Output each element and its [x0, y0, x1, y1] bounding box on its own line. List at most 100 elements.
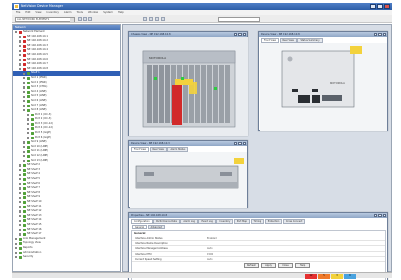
scope-select[interactable]: ALL NETWORK ELEMENTS: [15, 16, 75, 22]
expand-icon[interactable]: [23, 155, 26, 158]
tab-inventory[interactable]: Inventory: [216, 219, 234, 224]
expand-icon[interactable]: [23, 100, 26, 103]
expand-icon[interactable]: [27, 113, 30, 117]
props-close-button[interactable]: [382, 213, 386, 218]
tab-small-rear-view[interactable]: Rear View: [149, 147, 167, 152]
apply-button[interactable]: Apply: [261, 263, 276, 268]
maximize-button[interactable]: [377, 4, 383, 9]
props-maximize-button[interactable]: [378, 213, 382, 218]
expand-icon[interactable]: [23, 81, 26, 84]
tab-performance-data[interactable]: Performance Data: [153, 219, 180, 224]
chassis-maximize-button[interactable]: [238, 32, 242, 37]
expand-icon[interactable]: [19, 191, 22, 195]
subtab-general[interactable]: General: [132, 224, 148, 229]
device-maximize-button[interactable]: [378, 32, 382, 37]
tab-timing[interactable]: Timing: [250, 219, 265, 224]
expand-icon[interactable]: [19, 67, 22, 71]
expand-icon[interactable]: [27, 132, 30, 135]
expand-icon[interactable]: [23, 86, 26, 89]
expand-icon[interactable]: [23, 77, 26, 80]
tab-rear-view[interactable]: Rear View: [279, 38, 297, 43]
toolbar-search-input[interactable]: [218, 16, 260, 22]
expand-icon[interactable]: [15, 251, 18, 254]
close-dialog-button[interactable]: Close: [278, 263, 293, 268]
expand-icon[interactable]: [19, 224, 22, 227]
device-close-button[interactable]: [382, 32, 386, 37]
properties-window[interactable]: Properties - NE 192.168.10.8 Configurati…: [128, 212, 388, 280]
expand-icon[interactable]: [15, 237, 18, 241]
subtab-advanced[interactable]: Advanced: [147, 224, 165, 229]
expand-icon[interactable]: [27, 127, 30, 130]
refresh-icon[interactable]: [88, 17, 92, 21]
tab-status-summary[interactable]: Status Summary: [297, 38, 323, 43]
help-button[interactable]: Help: [295, 263, 310, 268]
expand-icon[interactable]: [27, 118, 30, 121]
expand-icon[interactable]: [19, 205, 22, 208]
expand-icon[interactable]: [27, 123, 30, 126]
expand-icon[interactable]: [19, 49, 22, 52]
expand-icon[interactable]: [19, 63, 22, 66]
small-close-button[interactable]: [242, 141, 246, 146]
expand-icon[interactable]: [15, 256, 18, 259]
print-icon[interactable]: [143, 17, 147, 21]
device-minimize-button[interactable]: [373, 32, 378, 37]
expand-icon[interactable]: [23, 72, 26, 75]
tab-alarm-log[interactable]: Alarm Log: [180, 219, 198, 224]
refresh-button[interactable]: Refresh: [244, 263, 259, 268]
tab-front-view[interactable]: Front View: [261, 38, 279, 43]
expand-icon[interactable]: [19, 201, 22, 204]
expand-icon[interactable]: [23, 95, 26, 98]
expand-icon[interactable]: [19, 54, 22, 57]
expand-icon[interactable]: [19, 35, 22, 38]
expand-icon[interactable]: [23, 104, 26, 107]
tab-port-map[interactable]: Port Map: [233, 219, 250, 224]
expand-icon[interactable]: [19, 40, 22, 43]
props-minimize-button[interactable]: [373, 213, 378, 218]
small-maximize-button[interactable]: [238, 141, 242, 146]
chassis-window[interactable]: Chassis View - NE 192.168.10.8 MOTOROLA: [128, 31, 248, 136]
expand-icon[interactable]: [19, 169, 22, 172]
tab-configuration[interactable]: Configuration: [131, 219, 153, 224]
expand-icon[interactable]: [19, 173, 22, 176]
find-icon[interactable]: [155, 17, 159, 21]
expand-icon[interactable]: [19, 58, 22, 61]
minimize-button[interactable]: [370, 4, 376, 9]
expand-icon[interactable]: [23, 141, 26, 144]
device-window[interactable]: Device View - NE 192.168.10.8 Front View…: [258, 31, 388, 131]
expand-icon[interactable]: [23, 146, 26, 149]
expand-icon[interactable]: [19, 178, 22, 181]
major-alarm-count[interactable]: 5: [318, 274, 330, 279]
expand-icon[interactable]: [19, 233, 22, 236]
expand-icon[interactable]: [19, 164, 22, 167]
expand-icon[interactable]: [15, 242, 18, 245]
warning-alarm-count[interactable]: 0: [344, 274, 356, 279]
expand-icon[interactable]: [15, 31, 18, 34]
critical-alarm-count[interactable]: 12: [305, 274, 317, 279]
expand-icon[interactable]: [23, 109, 26, 112]
expand-icon[interactable]: [19, 187, 22, 190]
expand-icon[interactable]: [27, 136, 30, 140]
minor-alarm-count[interactable]: 3: [331, 274, 343, 279]
expand-icon[interactable]: [19, 44, 22, 48]
expand-icon[interactable]: [15, 247, 18, 250]
close-button[interactable]: [384, 4, 390, 9]
expand-icon[interactable]: [19, 228, 22, 231]
chassis-close-button[interactable]: [242, 32, 246, 37]
tab-event-log[interactable]: Event Log: [198, 219, 216, 224]
tab-cross-connect[interactable]: Cross Connect: [282, 219, 306, 224]
home-icon[interactable]: [149, 17, 153, 21]
expand-icon[interactable]: [19, 196, 22, 199]
settings-icon[interactable]: [161, 17, 165, 21]
expand-icon[interactable]: [19, 219, 22, 222]
small-minimize-button[interactable]: [233, 141, 238, 146]
forward-icon[interactable]: [83, 17, 87, 21]
expand-icon[interactable]: [19, 214, 22, 218]
expand-icon[interactable]: [19, 210, 22, 213]
expand-icon[interactable]: [23, 159, 26, 162]
property-row[interactable]: Current Speed Setting Auto: [132, 257, 385, 262]
expand-icon[interactable]: [23, 150, 26, 153]
tab-protection[interactable]: Protection: [264, 219, 283, 224]
expand-icon[interactable]: [23, 90, 26, 94]
expand-icon[interactable]: [19, 182, 22, 185]
tree-item[interactable]: Security: [13, 255, 120, 260]
